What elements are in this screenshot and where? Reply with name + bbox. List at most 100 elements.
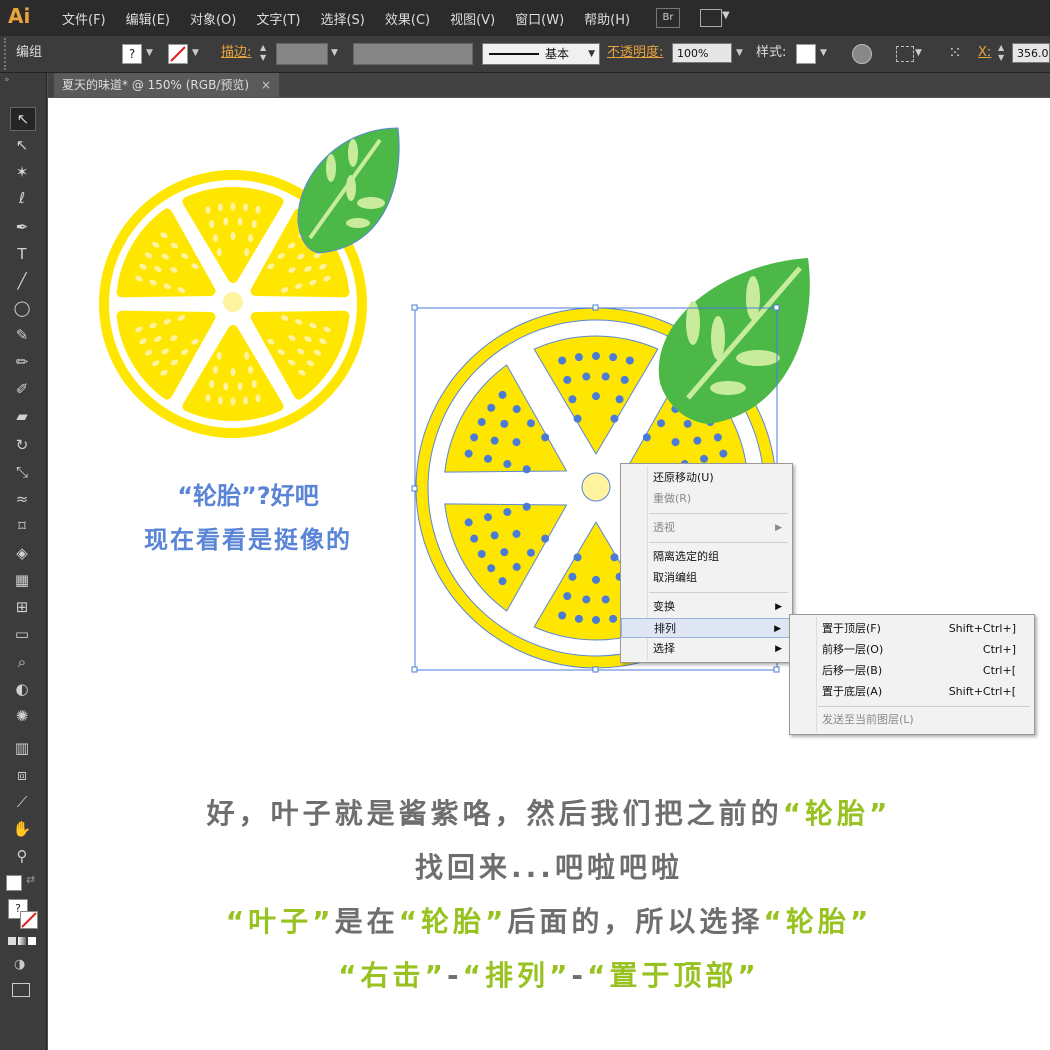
rotate-tool-icon[interactable]: ↻ bbox=[10, 434, 34, 456]
document-tab[interactable]: 夏天的味道* @ 150% (RGB/预览) × bbox=[54, 73, 280, 97]
stroke-weight-stepper[interactable]: ▲ ▼ bbox=[260, 43, 274, 63]
menu-file[interactable]: 文件(F) bbox=[52, 9, 116, 28]
menu-help[interactable]: 帮助(H) bbox=[574, 9, 640, 28]
gradient-tool-icon[interactable]: ▭ bbox=[10, 623, 34, 645]
menu-item-isolate-group[interactable]: 隔离选定的组 bbox=[621, 547, 792, 567]
recolor-artwork-icon[interactable] bbox=[852, 44, 872, 64]
pencil-tool-icon[interactable]: ✏ bbox=[10, 351, 34, 373]
color-mode-icon[interactable] bbox=[8, 937, 16, 945]
menu-type[interactable]: 文字(T) bbox=[246, 9, 310, 28]
menu-edit[interactable]: 编辑(E) bbox=[116, 9, 180, 28]
caption-bottom-line4: “右击”-“排列”-“置于顶部” bbox=[48, 954, 1050, 994]
scale-tool-icon[interactable]: ⤡ bbox=[10, 461, 34, 483]
paintbrush-tool-icon[interactable]: ✎ bbox=[10, 324, 34, 346]
stroke-weight-field[interactable] bbox=[276, 43, 328, 65]
symbol-sprayer-tool-icon[interactable]: ✺ bbox=[10, 705, 34, 727]
artboard-canvas[interactable]: “轮胎”?好吧 现在看看是挺像的 好，叶子就是酱紫咯，然后我们把之前的“轮胎” … bbox=[48, 98, 1050, 1050]
column-graph-tool-icon[interactable]: ▥ bbox=[10, 737, 34, 759]
shape-builder-tool-icon[interactable]: ◈ bbox=[10, 542, 34, 564]
chevron-down-icon[interactable]: ▼ bbox=[820, 43, 827, 63]
menu-select[interactable]: 选择(S) bbox=[310, 9, 374, 28]
menu-item-bring-to-front[interactable]: 置于顶层(F) Shift+Ctrl+] bbox=[790, 619, 1034, 639]
menu-item-transform[interactable]: 变换 ▶ bbox=[621, 597, 792, 617]
free-transform-tool-icon[interactable]: ⌑ bbox=[10, 515, 34, 537]
x-stepper[interactable]: ▲ ▼ bbox=[998, 43, 1010, 63]
blob-brush-tool-icon[interactable]: ✐ bbox=[10, 378, 34, 400]
chevron-down-icon[interactable]: ▼ bbox=[331, 43, 338, 63]
opacity-label[interactable]: 不透明度: bbox=[607, 43, 663, 63]
warp-tool-icon[interactable]: ≈ bbox=[10, 488, 34, 510]
leaf-right[interactable] bbox=[658, 258, 810, 424]
brush-definition-dropdown[interactable]: 基本 ▼ bbox=[482, 43, 600, 65]
pen-tool-icon[interactable]: ✒ bbox=[10, 216, 34, 238]
fill-swatch[interactable]: ? bbox=[122, 44, 142, 64]
default-colors-icon[interactable] bbox=[6, 875, 22, 891]
perspective-grid-tool-icon[interactable]: ▦ bbox=[10, 569, 34, 591]
panel-collapse-icon[interactable]: » bbox=[4, 75, 10, 85]
none-mode-icon[interactable] bbox=[28, 937, 36, 945]
chevron-down-icon[interactable]: ▼ bbox=[146, 43, 153, 63]
chevron-down-icon[interactable]: ▼ bbox=[915, 43, 922, 63]
lemon-seed bbox=[620, 375, 629, 384]
menu-item-bring-forward[interactable]: 前移一层(O) Ctrl+] bbox=[790, 640, 1034, 660]
eraser-tool-icon[interactable]: ▰ bbox=[10, 405, 34, 427]
line-tool-icon[interactable]: ╱ bbox=[10, 270, 34, 292]
opacity-field[interactable]: 100% bbox=[672, 43, 732, 63]
chevron-down-icon[interactable]: ▼ bbox=[722, 10, 730, 21]
chevron-down-icon[interactable]: ▼ bbox=[192, 43, 199, 63]
stroke-swatch[interactable] bbox=[168, 44, 188, 64]
variable-width-profile-dropdown[interactable] bbox=[353, 43, 473, 65]
menu-item-undo-move[interactable]: 还原移动(U) bbox=[621, 468, 792, 488]
leaf-left[interactable] bbox=[297, 127, 400, 254]
lasso-tool-icon[interactable]: ℓ bbox=[10, 187, 34, 209]
close-icon[interactable]: × bbox=[261, 78, 271, 92]
drawing-mode-icon[interactable]: ◑ bbox=[14, 957, 25, 972]
mesh-tool-icon[interactable]: ⊞ bbox=[10, 596, 34, 618]
hand-tool-icon[interactable]: ✋ bbox=[10, 818, 34, 840]
menu-item-redo: 重做(R) bbox=[621, 489, 792, 509]
lemon-seed bbox=[217, 203, 223, 212]
graphic-style-swatch[interactable] bbox=[796, 44, 816, 64]
no-stroke-icon bbox=[21, 912, 37, 928]
selection-tool-icon[interactable]: ↖ bbox=[10, 107, 36, 131]
blend-tool-icon[interactable]: ◐ bbox=[10, 678, 34, 700]
ellipse-tool-icon[interactable]: ◯ bbox=[10, 297, 34, 319]
x-label[interactable]: X: bbox=[978, 43, 991, 63]
eyedropper-tool-icon[interactable]: ⌕ bbox=[10, 651, 34, 673]
menu-item-label: 后移一层(B) bbox=[822, 664, 883, 677]
artboard-tool-icon[interactable]: ⧈ bbox=[10, 764, 34, 786]
lemon-seed bbox=[251, 220, 257, 229]
reference-point-icon[interactable]: ⁙ bbox=[944, 42, 966, 64]
swap-colors-icon[interactable]: ⇄ bbox=[26, 873, 35, 886]
menu-item-select[interactable]: 选择 ▶ bbox=[621, 639, 792, 659]
menu-window[interactable]: 窗口(W) bbox=[505, 9, 574, 28]
tools-panel: » ↖ ↖ ✶ ℓ ✒ T ╱ ◯ ✎ ✏ ✐ ▰ ↻ ⤡ ≈ ⌑ ◈ ▦ ⊞ ▭ ⌕ ◐ ✺ ▥ ⧈ ⟋ ✋ ⚲ ⇄ ? ◑ bbox=[0, 73, 47, 1050]
lemon-seed bbox=[243, 203, 249, 212]
stroke-color-box[interactable] bbox=[20, 911, 38, 929]
bridge-button[interactable]: Br bbox=[656, 8, 680, 28]
lemon-seed bbox=[223, 217, 229, 226]
menu-effect[interactable]: 效果(C) bbox=[375, 9, 440, 28]
menu-item-send-to-back[interactable]: 置于底层(A) Shift+Ctrl+[ bbox=[790, 682, 1034, 702]
lemon-seed bbox=[243, 396, 249, 405]
align-selection-icon[interactable] bbox=[896, 46, 914, 62]
slice-tool-icon[interactable]: ⟋ bbox=[10, 791, 34, 813]
type-tool-icon[interactable]: T bbox=[10, 243, 34, 265]
gradient-mode-icon[interactable] bbox=[18, 937, 26, 945]
chevron-down-icon[interactable]: ▼ bbox=[736, 43, 743, 63]
menu-view[interactable]: 视图(V) bbox=[440, 9, 505, 28]
workspace-switcher-icon[interactable] bbox=[700, 9, 722, 27]
stroke-label[interactable]: 描边: bbox=[221, 43, 251, 63]
menu-object[interactable]: 对象(O) bbox=[180, 9, 246, 28]
menu-item-arrange[interactable]: 排列 ▶ bbox=[621, 618, 792, 638]
zoom-tool-icon[interactable]: ⚲ bbox=[10, 845, 34, 867]
menu-item-send-backward[interactable]: 后移一层(B) Ctrl+[ bbox=[790, 661, 1034, 681]
menu-item-ungroup[interactable]: 取消编组 bbox=[621, 568, 792, 588]
menu-item-label: 排列 bbox=[654, 622, 676, 635]
lemon-seed bbox=[592, 575, 600, 584]
direct-selection-tool-icon[interactable]: ↖ bbox=[10, 134, 34, 156]
magic-wand-tool-icon[interactable]: ✶ bbox=[10, 161, 34, 183]
screen-mode-icon[interactable] bbox=[12, 983, 30, 997]
x-position-field[interactable]: 356.0 bbox=[1012, 43, 1050, 63]
lemon-seed bbox=[592, 352, 600, 361]
